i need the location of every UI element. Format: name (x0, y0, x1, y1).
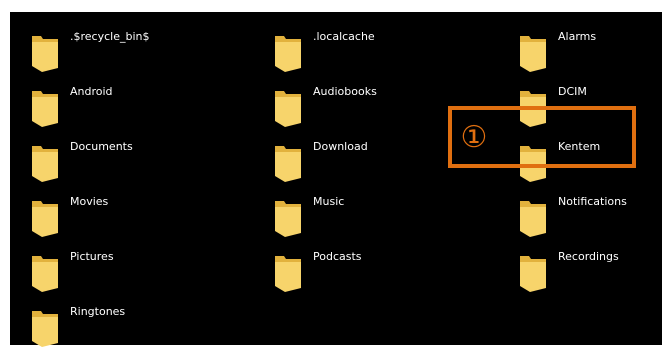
folder-label: Android (70, 85, 113, 98)
folder-item[interactable]: Movies (30, 193, 230, 237)
folder-label: Notifications (558, 195, 627, 208)
folder-icon (273, 138, 303, 182)
folder-item[interactable]: .$recycle_bin$ (30, 28, 230, 72)
folder-item[interactable]: Audiobooks (273, 83, 473, 127)
folder-item[interactable]: Android (30, 83, 230, 127)
folder-icon (518, 28, 548, 72)
folder-item[interactable]: Pictures (30, 248, 230, 292)
folder-item[interactable]: Podcasts (273, 248, 473, 292)
folder-label: .localcache (313, 30, 375, 43)
folder-item[interactable]: Download (273, 138, 473, 182)
folder-item[interactable]: Alarms (518, 28, 670, 72)
folder-item[interactable]: Ringtones (30, 303, 230, 347)
folder-icon (30, 193, 60, 237)
folder-item[interactable]: .localcache (273, 28, 473, 72)
folder-label: Movies (70, 195, 109, 208)
folder-icon (30, 138, 60, 182)
folder-label: Download (313, 140, 368, 153)
folder-icon (30, 248, 60, 292)
folder-label: Pictures (70, 250, 114, 263)
folder-icon (273, 83, 303, 127)
folder-icon (30, 28, 60, 72)
folder-label: Podcasts (313, 250, 362, 263)
folder-label: Documents (70, 140, 133, 153)
folder-label: Ringtones (70, 305, 126, 318)
folder-label: Music (313, 195, 345, 208)
folder-item[interactable]: Recordings (518, 248, 670, 292)
folder-label: Recordings (558, 250, 619, 263)
folder-item[interactable]: Music (273, 193, 473, 237)
folder-icon (30, 303, 60, 347)
folder-icon (30, 83, 60, 127)
folder-icon (518, 193, 548, 237)
folder-label: Alarms (558, 30, 597, 43)
folder-icon (273, 28, 303, 72)
folder-icon (273, 193, 303, 237)
folder-label: Audiobooks (313, 85, 377, 98)
folder-item[interactable]: Documents (30, 138, 230, 182)
folder-icon (518, 248, 548, 292)
file-explorer-view: .$recycle_bin$ .localcache Alarms Androi… (10, 12, 662, 347)
folder-label: .$recycle_bin$ (70, 30, 150, 43)
folder-label: DCIM (558, 85, 587, 98)
folder-item[interactable]: Notifications (518, 193, 670, 237)
annotation-marker: ① (460, 120, 488, 155)
folder-icon (273, 248, 303, 292)
